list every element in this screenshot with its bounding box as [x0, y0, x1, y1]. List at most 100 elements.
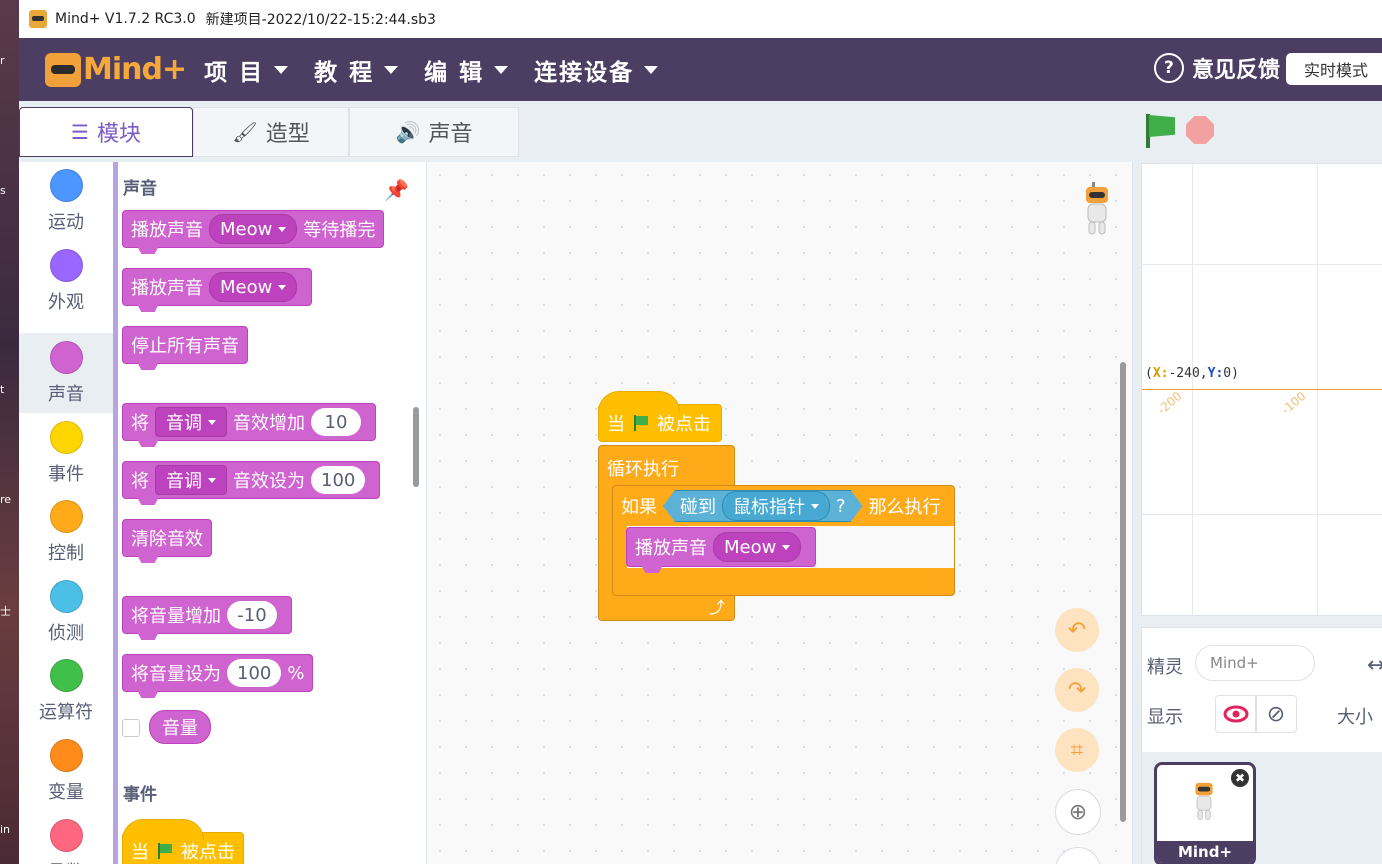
delete-sprite-icon[interactable]: ✖: [1231, 769, 1249, 787]
caret-down-icon: [278, 284, 287, 290]
category-events[interactable]: 事件: [19, 414, 113, 492]
category-label: 运动: [48, 211, 84, 233]
block-text: 播放声音: [131, 220, 203, 241]
coord-x-value: -240: [1168, 366, 1200, 381]
redo-button[interactable]: ↷: [1055, 668, 1099, 712]
dropdown-value: Meow: [220, 218, 273, 240]
category-dot: [49, 818, 83, 852]
effect-dropdown[interactable]: 音调: [155, 465, 227, 495]
block-text: 当: [607, 414, 625, 435]
desktop-edge-text: t: [0, 383, 5, 396]
realtime-mode-button[interactable]: 实时模式: [1286, 53, 1382, 85]
script-play-sound-block[interactable]: 播放声音 Meow: [626, 527, 817, 567]
coord-text: (: [1145, 366, 1153, 381]
sound-dropdown[interactable]: Meow: [209, 272, 298, 302]
category-sensing[interactable]: 侦测: [19, 573, 113, 651]
stop-button[interactable]: [1186, 116, 1214, 144]
crop-button[interactable]: ⌗: [1055, 728, 1099, 772]
sprite-card-name: Mind+: [1157, 841, 1253, 863]
tab-costumes[interactable]: 🖌 造型: [193, 107, 349, 157]
category-variables[interactable]: 变量: [19, 732, 113, 810]
category-sound[interactable]: 声音: [19, 333, 113, 413]
block-change-effect[interactable]: 将 音调 音效增加 10: [122, 403, 376, 441]
sprite-card[interactable]: ✖ Mind+: [1154, 762, 1256, 864]
number-input[interactable]: 10: [311, 408, 361, 436]
category-functions[interactable]: 函数: [19, 812, 113, 864]
number-input[interactable]: -10: [227, 601, 277, 629]
category-dot: [49, 499, 83, 533]
editor-tabs: ☰ 模块 🖌 造型 🔊 声音: [19, 107, 519, 157]
effect-dropdown[interactable]: 音调: [155, 407, 227, 437]
sound-dropdown[interactable]: Meow: [713, 532, 802, 562]
category-looks[interactable]: 外观: [19, 242, 113, 320]
block-text: 停止所有声音: [131, 336, 239, 357]
menu-label: 项 目: [204, 59, 265, 86]
palette-scrollbar[interactable]: [413, 407, 419, 487]
sprite-info-panel: 精灵 Mind+ ↔ 显示 ⊘ 大小: [1141, 627, 1382, 753]
touching-sensing-block[interactable]: 碰到 鼠标指针 ?: [663, 490, 863, 522]
stage-panel[interactable]: (X:-240,Y:0) -200 -100: [1141, 163, 1382, 616]
app-window: Mind+ V1.7.2 RC3.0 新建项目-2022/10/22-15:2:…: [19, 0, 1382, 864]
block-clear-effects[interactable]: 清除音效: [122, 519, 212, 557]
app-title: Mind+ V1.7.2 RC3.0: [55, 11, 196, 27]
block-text: 将音量设为: [131, 664, 221, 685]
if-header: 如果 碰到 鼠标指针 ? 那么执行: [613, 486, 941, 526]
run-controls: [1144, 112, 1214, 148]
block-set-effect[interactable]: 将 音调 音效设为 100: [122, 461, 381, 499]
mascot-icon: [1086, 182, 1108, 235]
menu-tutorial[interactable]: 教 程: [314, 53, 399, 87]
block-text: %: [287, 662, 305, 684]
category-dot: [49, 579, 83, 613]
menu-connect-device[interactable]: 连接设备: [534, 53, 659, 87]
category-dot: [49, 248, 83, 282]
caret-down-icon: [644, 65, 659, 74]
script-hat-when-flag-clicked[interactable]: 当 被点击: [598, 391, 722, 442]
volume-reporter[interactable]: 音量: [149, 710, 211, 744]
robot-logo-icon: [45, 52, 81, 87]
block-text: 等待播完: [303, 220, 376, 241]
block-play-sound-until-done[interactable]: 播放声音 Meow 等待播完: [122, 210, 385, 248]
menu-edit[interactable]: 编 辑: [424, 53, 509, 87]
touching-target-dropdown[interactable]: 鼠标指针: [722, 491, 830, 521]
sound-dropdown[interactable]: Meow: [209, 214, 298, 244]
undo-button[interactable]: ↶: [1055, 608, 1099, 652]
caret-down-icon: [811, 504, 819, 509]
category-control[interactable]: 控制: [19, 493, 113, 571]
feedback-button[interactable]: ? 意见反馈: [1153, 52, 1280, 84]
number-input[interactable]: 100: [311, 466, 366, 494]
block-text: 那么执行: [868, 497, 941, 518]
block-text: ?: [836, 495, 846, 517]
category-label: 侦测: [48, 622, 84, 644]
block-text: 循环执行: [607, 459, 679, 480]
sprite-name-input[interactable]: Mind+: [1195, 645, 1315, 681]
number-input[interactable]: 100: [227, 659, 282, 687]
tab-blocks[interactable]: ☰ 模块: [19, 107, 193, 157]
pin-icon[interactable]: 📌: [384, 178, 409, 202]
coord-text: ,: [1199, 366, 1208, 381]
desktop-edge-text: 士: [0, 605, 11, 618]
grid-line: [1142, 264, 1382, 265]
volume-monitor-checkbox[interactable]: [122, 719, 140, 737]
block-when-flag-clicked[interactable]: 当 被点击: [122, 819, 244, 864]
show-sprite-button[interactable]: [1215, 695, 1257, 733]
mindplus-logo[interactable]: Mind+: [45, 52, 187, 87]
block-start-sound[interactable]: 播放声音 Meow: [122, 268, 313, 306]
category-operators[interactable]: 运算符: [19, 652, 113, 730]
category-label: 函数: [48, 858, 84, 864]
menu-project[interactable]: 项 目: [204, 53, 289, 87]
block-stop-all-sounds[interactable]: 停止所有声音: [122, 326, 248, 364]
zoom-out-button[interactable]: [1055, 847, 1101, 864]
tab-sounds[interactable]: 🔊 声音: [349, 107, 519, 157]
green-flag-button[interactable]: [1144, 112, 1176, 148]
block-palette: 声音 播放声音 Meow 等待播完 播放声音 Meow 停止所有声音 将 音调 …: [118, 162, 427, 864]
block-change-volume[interactable]: 将音量增加 -10: [122, 596, 292, 634]
dropdown-value: 音调: [166, 471, 202, 492]
block-set-volume[interactable]: 将音量设为 100 %: [122, 654, 314, 692]
caret-down-icon: [278, 226, 287, 232]
script-canvas[interactable]: 当 被点击 循环执行 ⤴ 如果 碰到 鼠标指针 ? 那么执行 播放声音 Meow…: [427, 162, 1133, 864]
zoom-in-button[interactable]: ⊕: [1055, 789, 1101, 835]
hide-sprite-button[interactable]: ⊘: [1255, 695, 1297, 733]
canvas-scrollbar[interactable]: [1120, 362, 1126, 822]
caret-down-icon: [208, 419, 216, 425]
category-motion[interactable]: 运动: [19, 162, 113, 240]
